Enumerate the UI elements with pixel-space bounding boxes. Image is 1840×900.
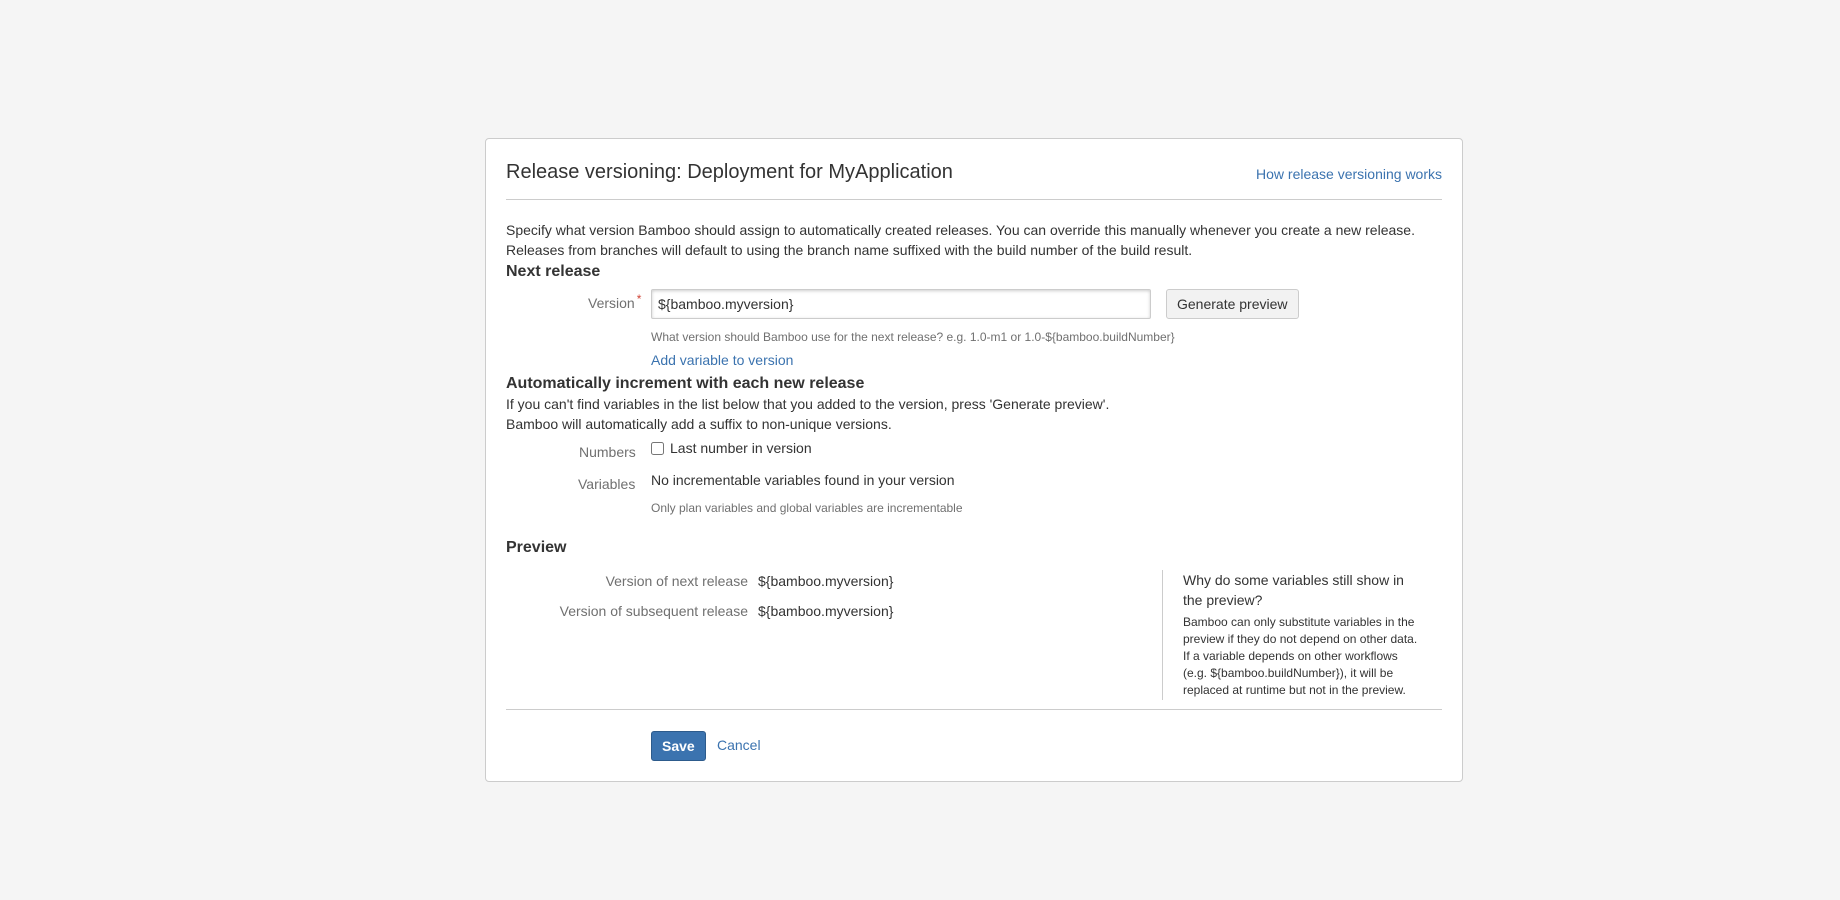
add-variable-link[interactable]: Add variable to version xyxy=(651,351,1442,369)
auto-increment-description: If you can't find variables in the list … xyxy=(506,394,1442,434)
intro-line-1: Specify what version Bamboo should assig… xyxy=(506,222,1415,238)
variables-hint: Only plan variables and global variables… xyxy=(651,501,963,515)
cancel-link[interactable]: Cancel xyxy=(717,737,761,753)
variables-label: Variables xyxy=(578,476,636,492)
version-input[interactable] xyxy=(651,289,1151,319)
auto-increment-heading: Automatically increment with each new re… xyxy=(506,375,865,392)
dialog-header: Release versioning: Deployment for MyApp… xyxy=(506,139,1442,200)
release-versioning-dialog: Release versioning: Deployment for MyApp… xyxy=(485,138,1463,782)
numbers-row: Numbers Last number in version xyxy=(506,436,1442,466)
variables-row: Variables No incrementable variables fou… xyxy=(506,470,1442,494)
generate-preview-button[interactable]: Generate preview xyxy=(1166,289,1299,319)
variables-value: No incrementable variables found in your… xyxy=(651,472,955,488)
auto-desc-line-1: If you can't find variables in the list … xyxy=(506,396,1110,412)
help-link[interactable]: How release versioning works xyxy=(1256,166,1442,182)
version-label: Version * xyxy=(588,292,642,311)
intro-line-2: Releases from branches will default to u… xyxy=(506,242,1193,258)
aside-body: Bamboo can only substitute variables in … xyxy=(1183,615,1418,697)
last-number-option[interactable]: Last number in version xyxy=(651,440,812,456)
auto-desc-line-2: Bamboo will automatically add a suffix t… xyxy=(506,416,892,432)
version-hint: What version should Bamboo use for the n… xyxy=(651,330,1175,344)
subsequent-release-preview-label: Version of subsequent release xyxy=(559,603,748,619)
dialog-footer: Save Cancel xyxy=(506,709,1442,783)
numbers-label: Numbers xyxy=(579,444,636,460)
next-release-preview-value: ${bamboo.myversion} xyxy=(758,573,894,589)
page-title: Release versioning: Deployment for MyApp… xyxy=(506,161,953,183)
preview-help-aside: Why do some variables still show in the … xyxy=(1162,570,1424,700)
intro-text: Specify what version Bamboo should assig… xyxy=(506,200,1442,260)
version-row: Version* Generate preview xyxy=(506,289,1442,319)
save-button[interactable]: Save xyxy=(651,731,706,761)
next-release-preview-label: Version of next release xyxy=(605,573,748,589)
last-number-label: Last number in version xyxy=(670,440,812,456)
last-number-checkbox[interactable] xyxy=(651,441,664,455)
preview-area: Version of next release ${bamboo.myversi… xyxy=(506,570,1442,704)
aside-title: Why do some variables still show in the … xyxy=(1183,572,1404,608)
next-release-heading: Next release xyxy=(506,263,601,280)
preview-heading: Preview xyxy=(506,539,567,556)
subsequent-release-preview-value: ${bamboo.myversion} xyxy=(758,603,894,619)
required-marker: * xyxy=(636,292,642,306)
